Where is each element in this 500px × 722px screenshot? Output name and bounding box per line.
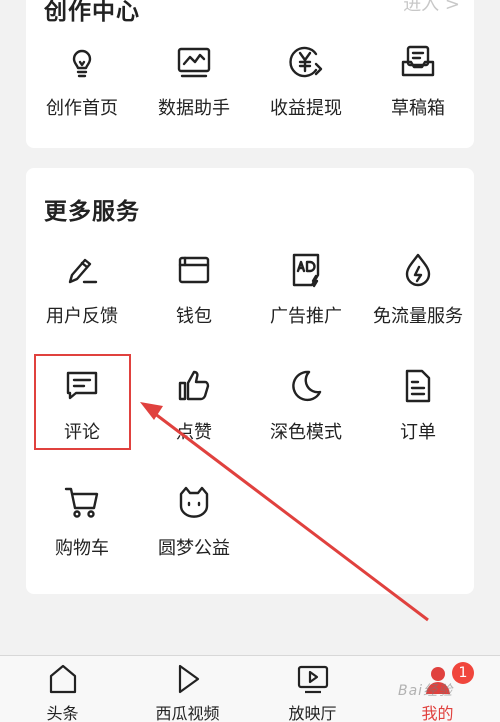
grid-item-drafts[interactable]: 草稿箱 bbox=[362, 42, 474, 120]
grid-item-likes[interactable]: 点赞 bbox=[138, 366, 250, 444]
grid-item-revenue-withdraw[interactable]: 收益提现 bbox=[250, 42, 362, 120]
tab-label: 我的 bbox=[421, 704, 454, 722]
grid-item-data-assistant[interactable]: 数据助手 bbox=[138, 42, 250, 120]
grid-item-creation-home[interactable]: 创作首页 bbox=[26, 42, 138, 120]
grid-item-ad-promotion[interactable]: 广告推广 bbox=[250, 250, 362, 328]
grid-item-label: 点赞 bbox=[176, 422, 212, 443]
ad-promo-icon bbox=[286, 250, 326, 290]
charity-cat-icon bbox=[174, 482, 214, 522]
grid-item-charity[interactable]: 圆梦公益 bbox=[138, 482, 250, 560]
yen-coin-icon bbox=[286, 42, 326, 82]
shopping-cart-icon bbox=[62, 482, 102, 522]
draft-box-icon bbox=[398, 42, 438, 82]
grid-item-label: 购物车 bbox=[55, 538, 109, 559]
thumbs-up-icon bbox=[174, 366, 214, 406]
section-title-services: 更多服务 bbox=[44, 199, 140, 225]
pen-feedback-icon bbox=[62, 250, 102, 290]
grid-item-feedback[interactable]: 用户反馈 bbox=[26, 250, 138, 328]
notification-badge: 1 bbox=[452, 662, 474, 684]
drop-data-icon bbox=[398, 250, 438, 290]
grid-item-label: 钱包 bbox=[176, 306, 212, 327]
tab-xigua-video[interactable]: 西瓜视频 bbox=[125, 662, 250, 722]
grid-item-label: 圆梦公益 bbox=[158, 538, 230, 559]
grid-item-label: 订单 bbox=[400, 422, 436, 443]
highlight-box bbox=[34, 354, 131, 450]
grid-item-label: 草稿箱 bbox=[391, 98, 445, 119]
grid-item-label: 深色模式 bbox=[270, 422, 342, 443]
moon-icon bbox=[286, 366, 326, 406]
tab-label: 放映厅 bbox=[288, 704, 337, 722]
section-title-creation: 创作中心 bbox=[44, 0, 140, 25]
grid-item-shopping-cart[interactable]: 购物车 bbox=[26, 482, 138, 560]
watermark: Bai经验 bbox=[398, 683, 454, 699]
grid-item-free-data[interactable]: 免流量服务 bbox=[362, 250, 474, 328]
home-icon bbox=[46, 662, 80, 696]
creation-center-card: 创作中心 进入 > 创作首页 数据助手 收益提现 草稿箱 bbox=[26, 0, 474, 148]
grid-item-label: 免流量服务 bbox=[373, 306, 463, 327]
order-document-icon bbox=[398, 366, 438, 406]
grid-item-label: 数据助手 bbox=[158, 98, 230, 119]
tab-headlines[interactable]: 头条 bbox=[0, 662, 125, 722]
chart-monitor-icon bbox=[174, 42, 214, 82]
grid-item-label: 创作首页 bbox=[46, 98, 118, 119]
grid-item-label: 广告推广 bbox=[270, 306, 342, 327]
grid-item-wallet[interactable]: 钱包 bbox=[138, 250, 250, 328]
play-icon bbox=[171, 662, 205, 696]
grid-item-label: 收益提现 bbox=[270, 98, 342, 119]
video-screen-icon bbox=[296, 662, 330, 696]
tab-label: 头条 bbox=[46, 704, 79, 722]
enter-link[interactable]: 进入 > bbox=[403, 0, 460, 16]
grid-item-orders[interactable]: 订单 bbox=[362, 366, 474, 444]
page: 创作中心 进入 > 创作首页 数据助手 收益提现 草稿箱 更多服务 用户反馈 钱… bbox=[0, 0, 500, 722]
tab-label: 西瓜视频 bbox=[155, 704, 220, 722]
wallet-icon bbox=[174, 250, 214, 290]
grid-item-label: 用户反馈 bbox=[46, 306, 118, 327]
grid-item-dark-mode[interactable]: 深色模式 bbox=[250, 366, 362, 444]
lightbulb-icon bbox=[62, 42, 102, 82]
tab-screening-hall[interactable]: 放映厅 bbox=[250, 662, 375, 722]
